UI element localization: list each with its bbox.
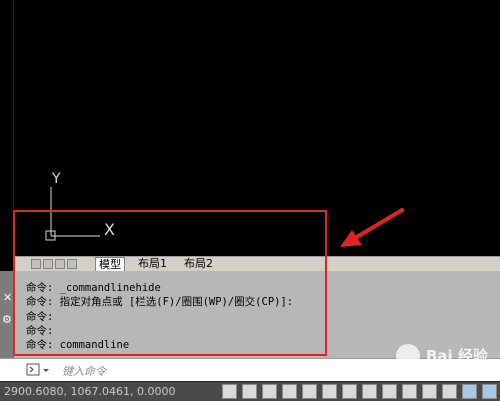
close-icon[interactable]: ✕ [3,291,12,304]
command-prompt-icon[interactable] [24,359,64,381]
watermark-text: Bai 经验 [426,347,489,365]
first-tab-icon[interactable] [31,259,41,269]
ucs-x-label: X [104,220,115,239]
tab-layout1[interactable]: 布局1 [135,257,170,271]
quick-properties-icon[interactable] [462,384,477,399]
dynamic-ucs-icon[interactable] [382,384,397,399]
lineweight-icon[interactable] [422,384,437,399]
polar-tracking-icon[interactable] [302,384,317,399]
command-panel-side: ✕ ⚙ [0,271,14,358]
command-input-placeholder: 键入命令 [62,365,106,378]
3d-object-snap-icon[interactable] [342,384,357,399]
watermark-subtext: jingyan.baidu.com [423,367,496,376]
last-tab-icon[interactable] [67,259,77,269]
ortho-mode-icon[interactable] [282,384,297,399]
command-history-line: 命令: [26,310,54,323]
tab-model[interactable]: 模型 [95,257,125,272]
prev-tab-icon[interactable] [43,259,53,269]
layout-tab-bar: 模型 布局1 布局2 [13,256,500,272]
coordinates-readout: 2900.6080, 1067.0461, 0.0000 [4,385,176,398]
snap-mode-icon[interactable] [242,384,257,399]
dynamic-input-icon[interactable] [402,384,417,399]
command-history-line: 命令: 指定对角点或 [栏选(F)/圈围(WP)/圈交(CP)]: [26,296,294,309]
baidu-watermark: Bai 经验 jingyan.baidu.com [386,340,498,378]
tab-layout2[interactable]: 布局2 [181,257,216,271]
grid-display-icon[interactable] [262,384,277,399]
status-bar: 2900.6080, 1067.0461, 0.0000 [0,381,500,401]
wrench-icon[interactable]: ⚙ [2,313,12,326]
object-snap-icon[interactable] [322,384,337,399]
ucs-icon: Y X [45,171,115,241]
command-history-line: 命令: _commandlinehide [26,282,161,294]
transparency-icon[interactable] [442,384,457,399]
command-history-line: 命令: [26,324,54,337]
object-snap-tracking-icon[interactable] [362,384,377,399]
next-tab-icon[interactable] [55,259,65,269]
infer-constraints-icon[interactable] [222,384,237,399]
selection-cycling-icon[interactable] [482,384,497,399]
ucs-y-label: Y [51,171,61,187]
